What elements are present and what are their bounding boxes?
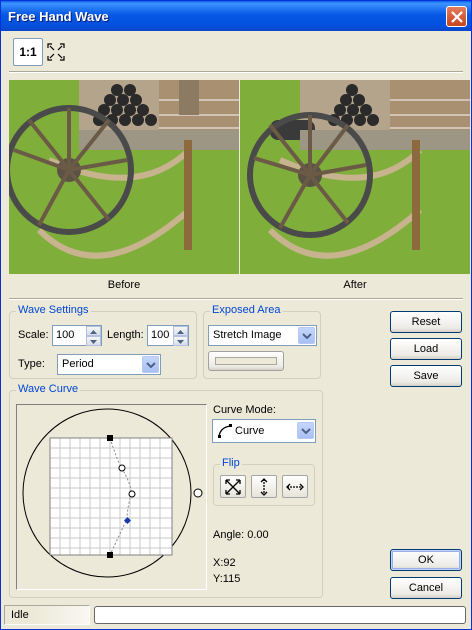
close-button[interactable] <box>446 6 467 27</box>
y-readout: Y:115 <box>213 573 241 585</box>
ok-button[interactable]: OK <box>390 549 462 571</box>
curve-mode-label: Curve Mode: <box>213 404 276 416</box>
x-readout: X:92 <box>213 557 236 569</box>
rotation-handle[interactable] <box>193 488 203 498</box>
flip-both-button[interactable] <box>220 475 246 498</box>
arrow-down-icon <box>177 340 184 344</box>
ok-label: OK <box>418 554 434 566</box>
reset-button[interactable]: Reset <box>390 311 462 333</box>
exposed-area-value: Stretch Image <box>213 329 282 341</box>
exposed-color-button[interactable] <box>208 351 284 371</box>
chevron-down-icon <box>301 428 311 434</box>
load-button[interactable]: Load <box>390 338 462 360</box>
length-label: Length: <box>107 329 144 341</box>
length-down-arrow[interactable] <box>173 336 188 346</box>
curve-mode-dropdown-button[interactable] <box>297 422 314 439</box>
type-label: Type: <box>18 358 45 370</box>
curve-mode-icon <box>218 424 232 438</box>
type-select[interactable]: Period <box>57 354 161 375</box>
exposed-area-title: Exposed Area <box>210 304 283 316</box>
curve-control-point[interactable] <box>128 490 136 498</box>
save-button[interactable]: Save <box>390 365 462 387</box>
curve-start-handle[interactable] <box>107 435 113 441</box>
actual-size-label: 1:1 <box>19 45 37 59</box>
length-up-arrow[interactable] <box>173 326 188 336</box>
cancel-button[interactable]: Cancel <box>390 577 462 599</box>
status-panel: Idle <box>4 605 90 625</box>
scale-up-arrow[interactable] <box>86 326 101 336</box>
window-title: Free Hand Wave <box>8 9 109 24</box>
after-label: After <box>343 279 367 291</box>
color-swatch <box>215 357 277 365</box>
wave-settings-title: Wave Settings <box>16 304 91 316</box>
scale-label: Scale: <box>18 329 49 341</box>
save-label: Save <box>413 370 439 382</box>
flip-horizontal-button[interactable] <box>282 475 308 498</box>
reset-label: Reset <box>411 316 441 328</box>
curve-mode-value: Curve <box>235 425 265 437</box>
exposed-area-select[interactable]: Stretch Image <box>208 325 317 346</box>
status-bar: Idle <box>4 605 468 625</box>
before-label: Before <box>107 279 141 291</box>
scale-down-arrow[interactable] <box>86 336 101 346</box>
load-label: Load <box>413 343 439 355</box>
curve-mode-select[interactable]: Curve <box>212 419 316 443</box>
before-preview-image <box>9 80 239 274</box>
length-spinner[interactable]: 100 <box>147 325 189 346</box>
actual-size-button[interactable]: 1:1 <box>13 38 43 66</box>
curve-canvas <box>22 408 203 578</box>
toolbar-divider <box>9 71 463 73</box>
after-preview-image <box>240 80 470 274</box>
wave-curve-title: Wave Curve <box>16 383 81 395</box>
chevron-down-icon <box>302 333 312 339</box>
scale-value: 100 <box>56 329 75 341</box>
scale-spinner[interactable]: 100 <box>52 325 102 346</box>
status-text: Idle <box>11 609 29 621</box>
progress-bar <box>94 606 466 624</box>
cancel-label: Cancel <box>408 582 444 594</box>
fit-to-window-button[interactable] <box>45 38 67 66</box>
exposed-area-dropdown-button[interactable] <box>298 327 315 344</box>
length-value: 100 <box>151 329 170 341</box>
curve-editor[interactable] <box>16 404 207 590</box>
type-value: Period <box>62 358 94 370</box>
arrow-up-icon <box>177 330 184 334</box>
arrow-up-icon <box>90 330 97 334</box>
free-hand-wave-dialog: Free Hand Wave 1:1 Before After Wave Set… <box>0 0 472 630</box>
flip-vertical-icon <box>260 478 268 496</box>
curve-control-point[interactable] <box>118 464 126 472</box>
fit-to-window-icon <box>47 43 65 61</box>
close-icon <box>451 11 463 23</box>
title-bar[interactable]: Free Hand Wave <box>1 1 471 31</box>
type-dropdown-button[interactable] <box>142 356 159 373</box>
flip-title: Flip <box>220 457 242 469</box>
curve-end-handle[interactable] <box>107 552 113 558</box>
flip-both-icon <box>225 479 241 495</box>
chevron-down-icon <box>146 362 156 368</box>
flip-vertical-button[interactable] <box>251 475 277 498</box>
angle-readout: Angle: 0.00 <box>213 529 269 541</box>
flip-horizontal-icon <box>286 483 304 491</box>
arrow-down-icon <box>90 340 97 344</box>
preview-divider <box>9 298 463 300</box>
